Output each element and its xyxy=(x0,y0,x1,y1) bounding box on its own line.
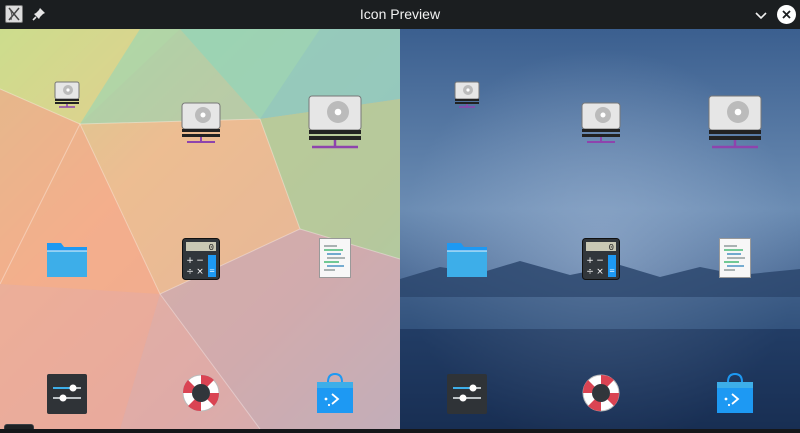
calc-key-plus: + xyxy=(586,256,594,266)
harddisk-large-icon[interactable] xyxy=(708,95,762,153)
discover-store-icon[interactable] xyxy=(315,372,355,414)
harddisk-small-icon[interactable] xyxy=(454,81,480,109)
window-title: Icon Preview xyxy=(359,6,441,22)
system-settings-icon[interactable] xyxy=(447,374,487,414)
text-document-icon[interactable] xyxy=(319,238,351,278)
calculator-display: 0 xyxy=(209,243,214,253)
folder-icon[interactable] xyxy=(46,239,88,279)
calculator-icon[interactable]: 0 + − ÷ × = xyxy=(582,238,620,280)
harddisk-small-icon[interactable] xyxy=(54,81,80,109)
close-icon xyxy=(782,10,791,19)
calc-key-equals: = xyxy=(609,267,615,275)
calc-key-divide: ÷ xyxy=(186,267,194,277)
window-bottom-border xyxy=(0,429,800,433)
discover-store-icon[interactable] xyxy=(715,372,755,414)
harddisk-medium-icon[interactable] xyxy=(581,102,621,146)
calc-key-minus: − xyxy=(196,256,204,266)
preview-light-background: 0 + − ÷ × = xyxy=(0,29,400,429)
calc-key-equals: = xyxy=(209,267,215,275)
help-lifebuoy-icon[interactable] xyxy=(581,373,621,413)
preview-dark-background: 0 + − ÷ × = xyxy=(400,29,800,429)
calculator-display: 0 xyxy=(609,243,614,253)
calc-key-multiply: × xyxy=(596,267,604,277)
calculator-icon[interactable]: 0 + − ÷ × = xyxy=(182,238,220,280)
harddisk-large-icon[interactable] xyxy=(308,95,362,153)
help-lifebuoy-icon[interactable] xyxy=(181,373,221,413)
calc-key-minus: − xyxy=(596,256,604,266)
calc-key-plus: + xyxy=(186,256,194,266)
harddisk-medium-icon[interactable] xyxy=(181,102,221,146)
title-bar: Icon Preview xyxy=(0,0,800,29)
close-button[interactable] xyxy=(777,5,796,24)
text-document-icon[interactable] xyxy=(719,238,751,278)
calc-key-divide: ÷ xyxy=(586,267,594,277)
chevron-down-icon[interactable] xyxy=(752,6,770,24)
calc-key-multiply: × xyxy=(196,267,204,277)
system-settings-icon[interactable] xyxy=(47,374,87,414)
folder-icon[interactable] xyxy=(446,239,488,279)
